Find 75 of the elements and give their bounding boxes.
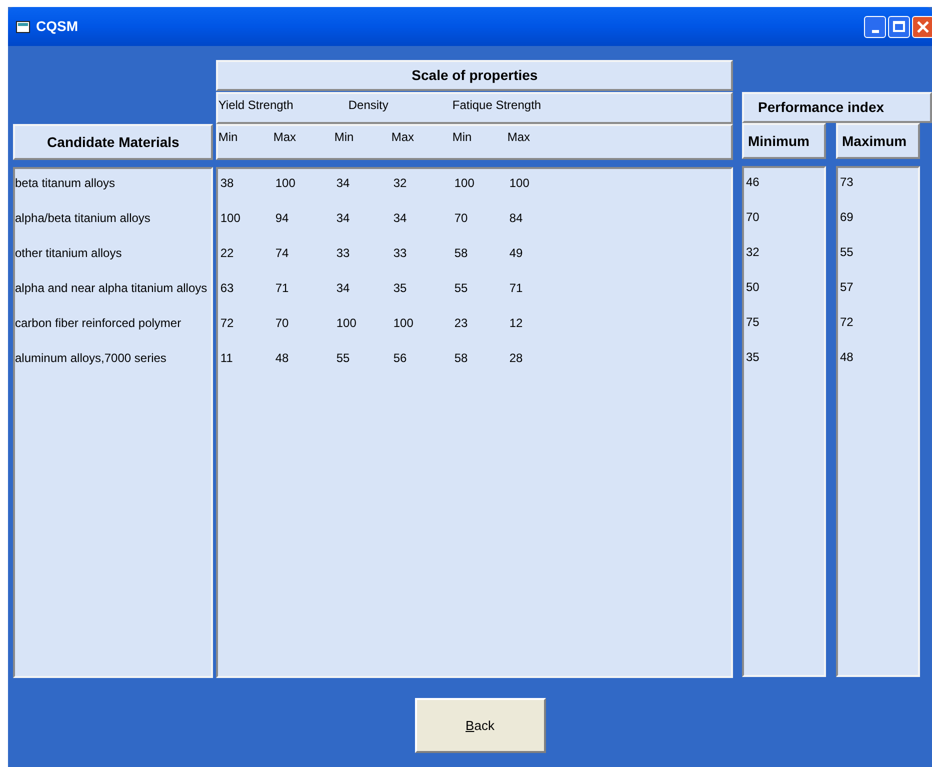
- value-text: 100: [336, 316, 356, 330]
- back-button[interactable]: Back: [414, 698, 546, 753]
- value-text: 38: [220, 176, 234, 190]
- group-header: Performance index: [742, 92, 932, 123]
- index-value: 46: [746, 174, 760, 191]
- value-text: 70: [275, 316, 289, 330]
- material-name: alpha/beta titanium alloys: [15, 210, 152, 227]
- value-text: 48: [275, 351, 289, 365]
- column-label: Max: [391, 130, 414, 144]
- value-text: 100: [454, 176, 474, 190]
- value-text: 74: [275, 246, 289, 260]
- property-label: Fatique Strength: [452, 98, 542, 112]
- value-text: 34: [336, 281, 350, 295]
- window-title: CQSM: [36, 17, 78, 36]
- value-text: 12: [509, 316, 523, 330]
- value-text: 33: [336, 246, 350, 260]
- value-text: 28: [509, 351, 523, 365]
- index-value: 48: [840, 349, 854, 366]
- value-text: 58: [454, 351, 468, 365]
- minimize-button[interactable]: [864, 16, 886, 38]
- material-name: alpha and near alpha titanium alloys: [15, 280, 208, 297]
- close-button[interactable]: [912, 16, 932, 38]
- value-text: 71: [275, 281, 289, 295]
- group-header: Scale of properties: [216, 60, 733, 91]
- value-text: 55: [336, 351, 350, 365]
- index-value: 32: [746, 244, 760, 261]
- value-text: 72: [220, 316, 234, 330]
- value-text: 11: [220, 351, 233, 365]
- value-text: 55: [454, 281, 468, 295]
- index-value: 57: [840, 279, 854, 296]
- maximize-button[interactable]: [888, 16, 910, 38]
- value-text: 34: [336, 211, 350, 225]
- value-text: 58: [454, 246, 468, 260]
- value-text: 70: [454, 211, 468, 225]
- value-text: 34: [336, 176, 350, 190]
- value-text: 100: [393, 316, 414, 330]
- material-name: aluminum alloys,7000 series: [15, 350, 168, 367]
- material-name: other titanium alloys: [15, 245, 123, 262]
- index-value: 69: [840, 209, 854, 226]
- value-text: 84: [509, 211, 523, 225]
- window-icon: [16, 20, 30, 32]
- value-text: 100: [220, 211, 240, 225]
- value-text: 34: [393, 211, 407, 225]
- value-text: 71: [509, 281, 523, 295]
- column-header: Candidate Materials: [13, 124, 214, 160]
- index-value: 73: [840, 174, 854, 191]
- value-text: 100: [509, 176, 530, 190]
- index-value: 35: [746, 349, 760, 366]
- index-value: 70: [746, 209, 760, 226]
- value-text: 56: [393, 351, 407, 365]
- column-label: Max: [273, 130, 296, 144]
- close-icon: [917, 20, 929, 32]
- column-label: Min: [452, 130, 472, 144]
- index-value: 50: [746, 279, 760, 296]
- material-name: carbon fiber reinforced polymer: [15, 315, 182, 332]
- column-label: Min: [218, 130, 238, 144]
- column-label: Min: [334, 130, 354, 144]
- column-header: Maximum: [836, 123, 920, 159]
- value-text: 100: [275, 176, 296, 190]
- value-text: 22: [220, 246, 234, 260]
- value-text: 35: [393, 281, 407, 295]
- value-text: 49: [509, 246, 523, 260]
- column-label: Max: [507, 130, 530, 144]
- index-value: 75: [746, 314, 760, 331]
- value-text: 32: [393, 176, 407, 190]
- value-text: 63: [220, 281, 234, 295]
- property-label: Yield Strength: [218, 98, 294, 112]
- value-text: 33: [393, 246, 407, 260]
- material-name: beta titanum alloys: [15, 175, 116, 192]
- column-header: Minimum: [742, 123, 826, 159]
- index-value: 72: [840, 314, 854, 331]
- value-text: 94: [275, 211, 289, 225]
- index-value: 55: [840, 244, 854, 261]
- value-text: 23: [454, 316, 468, 330]
- property-label: Density: [348, 98, 388, 112]
